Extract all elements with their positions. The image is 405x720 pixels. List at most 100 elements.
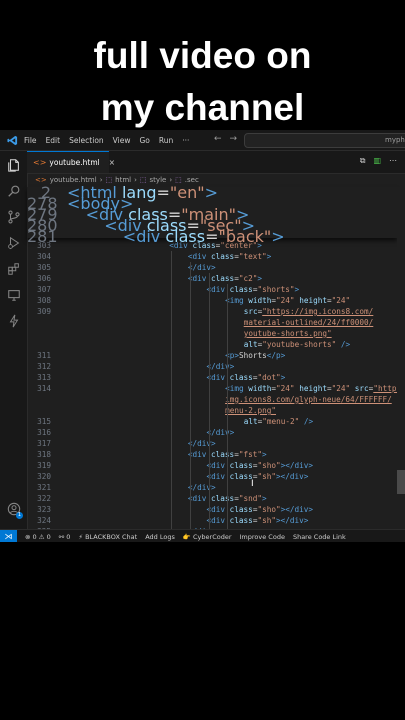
ports-indicator[interactable]: ⚯ 0	[59, 533, 71, 541]
line-number: 281	[27, 227, 58, 246]
code-line[interactable]: 281 <div class="back">	[27, 227, 397, 246]
tab-youtube-html[interactable]: <> youtube.html ×	[27, 151, 115, 173]
code-line[interactable]: 316 </div>	[27, 427, 397, 438]
indent-guide	[189, 262, 191, 532]
indent-guide	[171, 251, 173, 532]
mouse-cursor-icon: I	[251, 479, 254, 489]
line-number: 320	[37, 472, 51, 481]
menu-item[interactable]: Run	[159, 136, 173, 145]
status-blackbox-label: BLACKBOX Chat	[85, 532, 138, 541]
code-line[interactable]: 305 </div>	[27, 262, 397, 273]
menu-item[interactable]: View	[113, 136, 131, 145]
code-line[interactable]: alt="youtube-shorts" />	[27, 339, 397, 350]
extensions-icon[interactable]	[6, 261, 21, 276]
code-line[interactable]: 322 <div class="snd">	[27, 493, 397, 504]
line-number: 321	[37, 483, 51, 492]
code-line[interactable]: 324 <div class="sh"></div>	[27, 515, 397, 526]
status-share-code-link[interactable]: Share Code Link	[293, 533, 346, 541]
line-number: 319	[37, 461, 51, 470]
line-number: 316	[37, 428, 51, 437]
code-line[interactable]: 318 <div class="fst">	[27, 449, 397, 460]
more-actions-icon[interactable]: ⋯	[389, 156, 397, 166]
code-line[interactable]: 314 <img width="24" height="24" src="http…	[27, 383, 405, 394]
scrollbar-thumb[interactable]	[397, 470, 405, 494]
menu-item[interactable]: Edit	[46, 136, 61, 145]
error-count: 0	[32, 532, 37, 541]
line-number: 307	[37, 285, 51, 294]
menu-bar: File Edit Selection View Go Run ···	[24, 136, 189, 145]
status-improve-code[interactable]: Improve Code	[240, 533, 285, 541]
line-number: 315	[37, 417, 51, 426]
tab-label: youtube.html	[49, 158, 100, 167]
remote-indicator-icon[interactable]: ⋊	[0, 530, 17, 542]
indent-guide	[227, 284, 229, 532]
code-line[interactable]: material-outlined/24/ff0000/	[27, 317, 397, 328]
open-preview-icon[interactable]: ⧉	[360, 156, 366, 166]
activity-bar: 1	[0, 151, 28, 541]
code-line[interactable]: 320 <div class="sh"></div>	[27, 471, 397, 482]
code-text: <div class="text">	[187, 252, 272, 261]
caption-line-1: full video on	[93, 35, 312, 76]
line-number: 322	[37, 494, 51, 503]
blackbox-icon[interactable]	[6, 313, 21, 328]
code-line[interactable]: 317 </div>	[27, 438, 397, 449]
code-line[interactable]: 311 <p>Shorts</p>	[27, 350, 397, 361]
code-line[interactable]: youtube-shorts.png"	[27, 328, 397, 339]
code-line[interactable]: 315 alt="menu-2" />	[27, 416, 397, 427]
explorer-icon[interactable]	[6, 157, 21, 172]
code-text: src="https://img.icons8.com/	[243, 307, 374, 316]
code-line[interactable]: 323 <div class="sho"></div>	[27, 504, 397, 515]
code-text: </div>	[187, 483, 216, 492]
code-text: </div>	[206, 428, 235, 437]
code-text: <div class="shorts">	[206, 285, 300, 294]
close-icon[interactable]: ×	[109, 158, 115, 167]
code-text: img.icons8.com/glyph-neue/64/FFFFFF/	[225, 395, 392, 404]
source-control-icon[interactable]	[6, 209, 21, 224]
forward-arrow-icon[interactable]: →	[230, 134, 246, 144]
line-number: 314	[37, 384, 51, 393]
code-line[interactable]: 307 <div class="shorts">	[27, 284, 397, 295]
sticky-scroll[interactable]: 2 <html lang="en"> 278 <body> 279 <div class=…	[27, 185, 397, 245]
code-text: <div class="back">	[122, 227, 285, 246]
code-text: menu-2.png"	[225, 406, 277, 415]
status-bar: ⋊ ⊗ 0 ⚠ 0 ⚯ 0 ⚡ BLACKBOX Chat Add Logs 👉…	[0, 529, 405, 542]
code-text: </div>	[187, 439, 216, 448]
code-line[interactable]: 321 </div>	[27, 482, 397, 493]
line-number: 308	[37, 296, 51, 305]
tab-bar: <> youtube.html × ⧉ ▥ ⋯	[27, 151, 405, 174]
code-line[interactable]: 312 </div>	[27, 361, 397, 372]
nav-arrows: ←→	[214, 134, 245, 144]
status-cybercoder[interactable]: 👉 CyberCoder	[183, 533, 232, 541]
vertical-scrollbar[interactable]	[397, 187, 405, 532]
code-line[interactable]: 309 src="https://img.icons8.com/	[27, 306, 397, 317]
menu-item[interactable]: File	[24, 136, 37, 145]
status-blackbox-chat[interactable]: ⚡ BLACKBOX Chat	[78, 533, 137, 541]
code-line[interactable]: 308 <img width="24" height="24"	[27, 295, 397, 306]
caption-line-2: my channel	[100, 87, 305, 128]
code-line[interactable]: menu-2.png"	[27, 405, 397, 416]
command-center-search[interactable]: mypho	[244, 133, 405, 148]
line-number: 312	[37, 362, 51, 371]
code-line[interactable]: 304 <div class="text">	[27, 251, 397, 262]
remote-explorer-icon[interactable]	[6, 287, 21, 302]
menu-item[interactable]: Go	[139, 136, 149, 145]
line-number: 306	[37, 274, 51, 283]
editor-actions: ⧉ ▥ ⋯	[360, 156, 397, 166]
run-debug-icon[interactable]	[6, 235, 21, 250]
code-line[interactable]: 319 <div class="sho"></div>	[27, 460, 397, 471]
split-editor-icon[interactable]: ▥	[373, 156, 381, 166]
code-line[interactable]: 313 <div class="dot">	[27, 372, 397, 383]
back-arrow-icon[interactable]: ←	[214, 134, 230, 144]
search-icon[interactable]	[6, 183, 21, 198]
code-line[interactable]: img.icons8.com/glyph-neue/64/FFFFFF/	[27, 394, 397, 405]
code-text: <div class="sho"></div>	[206, 505, 314, 514]
code-text: material-outlined/24/ff0000/	[243, 318, 374, 327]
problems-indicator[interactable]: ⊗ 0 ⚠ 0	[25, 533, 51, 541]
code-text: youtube-shorts.png"	[243, 329, 332, 338]
line-number: 305	[37, 263, 51, 272]
status-add-logs[interactable]: Add Logs	[145, 533, 175, 541]
code-line[interactable]: 306 <div class="c2">	[27, 273, 397, 284]
menu-item[interactable]: Selection	[69, 136, 104, 145]
account-badge: 1	[16, 512, 23, 519]
menu-item[interactable]: ···	[182, 136, 189, 145]
